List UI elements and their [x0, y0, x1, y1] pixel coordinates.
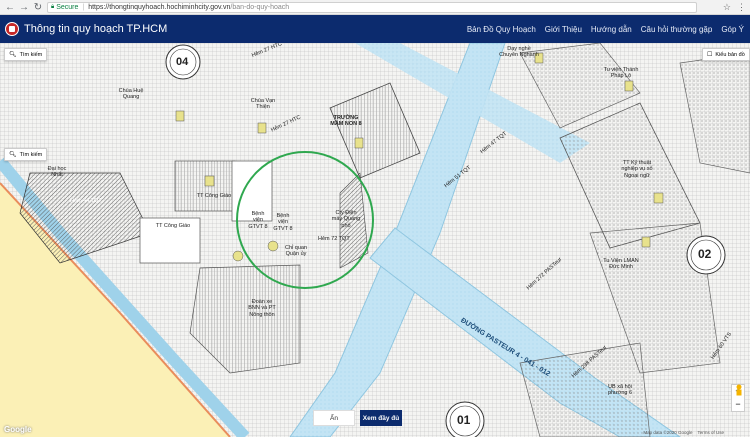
url-path: /ban-do-quy-hoach — [230, 4, 290, 11]
hide-button[interactable]: Ẩn — [313, 410, 355, 426]
app-title[interactable]: Thông tin quy hoạch TP.HCM — [24, 23, 167, 35]
street-label-hem72tqt: Hẻm 72 TQT — [318, 236, 350, 242]
layers-icon: ☐ — [707, 52, 713, 58]
place-benh-vien-2: Bệnh viện GTVT 8 — [273, 213, 293, 232]
place-tt-cong-giao-2: TT Công Giáo — [155, 223, 191, 229]
search-button-secondary[interactable]: 🔍︎ Tìm kiếm — [4, 148, 48, 161]
street-label-hem44tqt: Hẻm 44 TQT — [70, 198, 102, 204]
pegman-icon[interactable] — [733, 384, 745, 396]
place-truong-mam-non: TRƯỜNG MẦM NON 8 — [330, 115, 362, 128]
secure-label: Secure — [56, 4, 79, 11]
place-doan-xe: Đoàn xe BNN và PT Nông thôn — [248, 299, 276, 318]
app-header: Thông tin quy hoạch TP.HCM Bản Đồ Quy Ho… — [0, 15, 750, 43]
search-icon: 🔍︎ — [9, 152, 17, 158]
monastery-icon — [641, 236, 651, 248]
back-button[interactable]: ← — [3, 0, 17, 14]
school-icon — [354, 137, 364, 149]
browser-toolbar: ← → ↻ 🔒︎ Secure | https://thongtinquyhoa… — [0, 0, 750, 15]
place-benh-vien: Bệnh viện GTVT 8 — [248, 211, 268, 230]
forward-button[interactable]: → — [17, 0, 31, 14]
block-02-label: 02 — [698, 247, 712, 261]
search-button[interactable]: 🔍︎ Tìm kiếm — [4, 48, 48, 61]
search-button-secondary-label: Tìm kiếm — [19, 151, 43, 158]
search-icon: 🔍︎ — [9, 52, 17, 58]
search-button-label: Tìm kiếm — [19, 51, 43, 58]
menu-icon[interactable]: ⋮ — [737, 2, 746, 13]
place-cty-dien-may: Cty Điện máy Quang phố — [331, 210, 361, 229]
place-ub-xa-hoi: UB xã hội phường 6 — [607, 384, 633, 397]
address-bar[interactable]: 🔒︎ Secure | https://thongtinquyhoach.hoc… — [47, 2, 697, 13]
block-04-label: 04 — [176, 56, 189, 68]
main-menu: Bản Đồ Quy Hoạch Giới Thiệu Hướng dẫn Câ… — [467, 15, 744, 43]
menu-item-feedback[interactable]: Góp Ý — [721, 25, 744, 34]
map-canvas[interactable] — [0, 43, 750, 437]
office-icon — [267, 240, 279, 252]
training-icon — [653, 192, 664, 204]
place-tt-cong-giao: TT Công Giáo — [196, 193, 232, 199]
temple-icon-2 — [257, 122, 267, 134]
map-attribution: Map data ©2020 Google Terms of Use — [643, 430, 724, 435]
star-icon[interactable]: ☆ — [723, 2, 731, 13]
menu-item-faq[interactable]: Câu hỏi thường gặp — [641, 25, 713, 34]
zoom-out-button[interactable]: − — [735, 398, 740, 411]
place-chua-van-thien: Chùa Vạn Thiện — [250, 98, 276, 111]
map-style-button[interactable]: ☐ Kiểu bản đồ — [702, 48, 750, 61]
place-chi-quan: Chỉ quan Quận ủy — [284, 245, 308, 258]
place-day-nghe: Dạy nghề Chuyên Nghành — [499, 46, 539, 59]
city-logo-icon[interactable] — [5, 22, 19, 36]
url-main: https://thongtinquyhoach.hochiminhcity.g… — [88, 4, 231, 11]
terms-link[interactable]: Terms of Use — [697, 430, 724, 435]
secure-badge[interactable]: 🔒︎ Secure — [51, 4, 78, 11]
menu-item-map[interactable]: Bản Đồ Quy Hoạch — [467, 25, 536, 34]
reload-button[interactable]: ↻ — [31, 0, 45, 14]
place-tt-ky-thuat: TT Kỹ thuật nghiệp vụ số Ngoại ngữ — [621, 160, 653, 179]
menu-item-guide[interactable]: Hướng dẫn — [591, 25, 632, 34]
url-text: https://thongtinquyhoach.hochiminhcity.g… — [88, 4, 289, 11]
address-separator: | — [82, 4, 85, 11]
place-tu-vien-duc-minh: Tu Viện LMAN Đức Minh — [603, 258, 639, 271]
map-style-label: Kiểu bản đồ — [715, 51, 745, 58]
planning-map[interactable]: 04 02 01 Hẻm 27 HTC Chùa Huệ Quang Chùa … — [0, 43, 750, 437]
show-full-button[interactable]: Xem đầy đủ — [360, 410, 402, 426]
map-data-credit: Map data ©2020 Google — [643, 430, 693, 435]
place-dai-hoc: Đại học Nhất — [47, 166, 67, 179]
convent-icon — [624, 80, 634, 92]
place-chua-hue-quang: Chùa Huệ Quang — [118, 88, 144, 101]
block-01-label: 01 — [457, 413, 471, 427]
place-tu-vien-thanh-phap: Tu viện Thánh Pháp Lộ — [603, 67, 639, 80]
church-icon — [204, 175, 215, 187]
google-logo: Google — [4, 425, 32, 434]
temple-icon — [175, 110, 185, 122]
lock-icon: 🔒︎ — [51, 4, 55, 10]
hospital-icon — [232, 250, 244, 262]
menu-item-about[interactable]: Giới Thiệu — [545, 25, 582, 34]
